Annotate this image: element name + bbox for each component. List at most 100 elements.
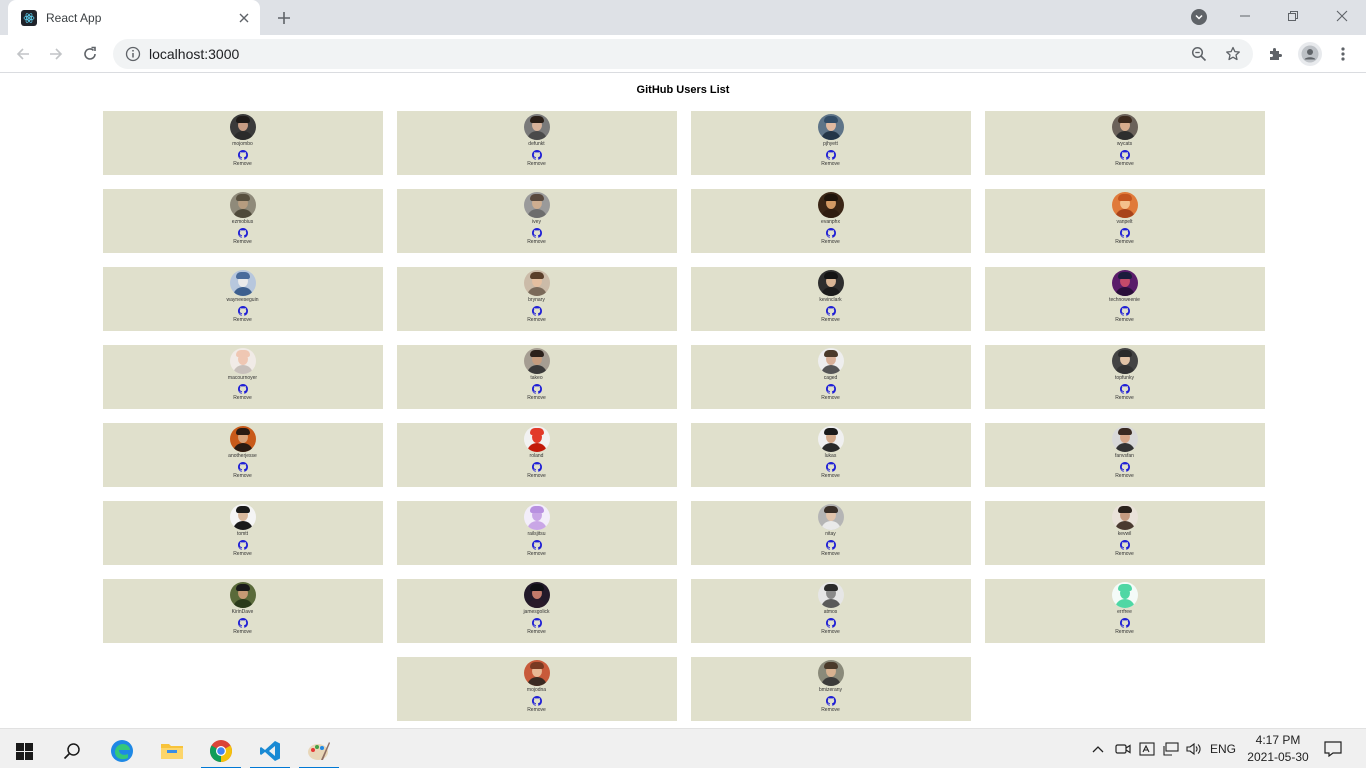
- remove-button[interactable]: Remove: [821, 317, 840, 323]
- remove-button[interactable]: Remove: [527, 551, 546, 557]
- tab-close-icon[interactable]: [234, 8, 254, 28]
- remove-button[interactable]: Remove: [233, 551, 252, 557]
- github-icon[interactable]: [1119, 461, 1130, 472]
- github-icon[interactable]: [237, 539, 248, 550]
- github-icon[interactable]: [825, 695, 836, 706]
- remove-button[interactable]: Remove: [233, 161, 252, 167]
- window-close-icon[interactable]: [1318, 0, 1366, 32]
- remove-button[interactable]: Remove: [527, 161, 546, 167]
- user-login: KirinDave: [231, 609, 254, 615]
- browser-tab[interactable]: React App: [8, 0, 260, 35]
- github-icon[interactable]: [531, 305, 542, 316]
- volume-icon[interactable]: [1184, 729, 1204, 768]
- extensions-icon[interactable]: [1265, 44, 1285, 64]
- remove-button[interactable]: Remove: [1115, 395, 1134, 401]
- remove-button[interactable]: Remove: [527, 317, 546, 323]
- search-icon[interactable]: [48, 733, 96, 768]
- github-icon[interactable]: [237, 149, 248, 160]
- restore-icon[interactable]: [1269, 0, 1317, 32]
- tab-search-icon[interactable]: [1191, 9, 1207, 25]
- github-icon[interactable]: [1119, 149, 1130, 160]
- site-info-icon[interactable]: [125, 46, 141, 62]
- github-icon[interactable]: [1119, 227, 1130, 238]
- tray-chevron-up-icon[interactable]: [1088, 729, 1108, 768]
- browser-titlebar: React App: [0, 0, 1366, 35]
- remove-button[interactable]: Remove: [527, 395, 546, 401]
- remove-button[interactable]: Remove: [821, 473, 840, 479]
- github-icon[interactable]: [237, 617, 248, 628]
- github-icon[interactable]: [531, 383, 542, 394]
- remove-button[interactable]: Remove: [527, 473, 546, 479]
- remove-button[interactable]: Remove: [1115, 629, 1134, 635]
- avatar: [523, 504, 550, 530]
- github-icon[interactable]: [531, 149, 542, 160]
- remove-button[interactable]: Remove: [1115, 161, 1134, 167]
- remove-button[interactable]: Remove: [1115, 551, 1134, 557]
- address-bar[interactable]: localhost:3000: [113, 39, 1253, 69]
- remove-button[interactable]: Remove: [233, 473, 252, 479]
- remove-button[interactable]: Remove: [1115, 473, 1134, 479]
- remove-button[interactable]: Remove: [527, 707, 546, 713]
- remove-button[interactable]: Remove: [233, 317, 252, 323]
- remove-button[interactable]: Remove: [233, 629, 252, 635]
- remove-button[interactable]: Remove: [821, 629, 840, 635]
- notification-center-icon[interactable]: [1320, 729, 1346, 768]
- github-icon[interactable]: [825, 539, 836, 550]
- windows-start-icon[interactable]: [0, 733, 48, 768]
- github-icon[interactable]: [237, 227, 248, 238]
- forward-icon[interactable]: [44, 42, 68, 66]
- profile-icon[interactable]: [1298, 42, 1322, 66]
- reload-icon[interactable]: [78, 42, 102, 66]
- user-login: ivey: [532, 219, 541, 225]
- remove-button[interactable]: Remove: [821, 239, 840, 245]
- remove-button[interactable]: Remove: [821, 707, 840, 713]
- remove-button[interactable]: Remove: [821, 161, 840, 167]
- meet-now-icon[interactable]: [1113, 729, 1133, 768]
- github-icon[interactable]: [531, 539, 542, 550]
- github-icon[interactable]: [531, 695, 542, 706]
- github-icon[interactable]: [1119, 305, 1130, 316]
- github-icon[interactable]: [825, 617, 836, 628]
- paint-icon[interactable]: [295, 733, 343, 768]
- back-icon[interactable]: [11, 42, 35, 66]
- clock[interactable]: 4:17 PM 2021-05-30: [1236, 732, 1320, 766]
- user-card: brynary Remove: [396, 267, 677, 331]
- github-icon[interactable]: [531, 227, 542, 238]
- github-icon[interactable]: [825, 383, 836, 394]
- github-icon[interactable]: [825, 227, 836, 238]
- github-icon[interactable]: [237, 461, 248, 472]
- avatar: [817, 192, 844, 218]
- menu-kebab-icon[interactable]: [1333, 44, 1353, 64]
- remove-button[interactable]: Remove: [233, 239, 252, 245]
- remove-button[interactable]: Remove: [1115, 317, 1134, 323]
- network-icon[interactable]: [1161, 729, 1181, 768]
- remove-button[interactable]: Remove: [821, 395, 840, 401]
- remove-button[interactable]: Remove: [527, 239, 546, 245]
- github-icon[interactable]: [1119, 617, 1130, 628]
- remove-button[interactable]: Remove: [233, 395, 252, 401]
- github-icon[interactable]: [825, 149, 836, 160]
- github-icon[interactable]: [1119, 383, 1130, 394]
- github-icon[interactable]: [825, 305, 836, 316]
- vscode-icon[interactable]: [246, 733, 294, 768]
- bookmark-star-icon[interactable]: [1225, 46, 1241, 62]
- github-icon[interactable]: [531, 461, 542, 472]
- remove-button[interactable]: Remove: [527, 629, 546, 635]
- language-indicator[interactable]: ENG: [1208, 729, 1238, 768]
- chrome-icon[interactable]: [197, 733, 245, 768]
- edge-icon[interactable]: [98, 733, 146, 768]
- remove-button[interactable]: Remove: [821, 551, 840, 557]
- github-icon[interactable]: [237, 383, 248, 394]
- input-method-icon[interactable]: [1137, 729, 1157, 768]
- github-icon[interactable]: [825, 461, 836, 472]
- github-icon[interactable]: [1119, 539, 1130, 550]
- user-card: roland Remove: [396, 423, 677, 487]
- minimize-icon[interactable]: [1221, 0, 1269, 32]
- user-login: kevinclark: [819, 297, 842, 303]
- file-explorer-icon[interactable]: [148, 733, 196, 768]
- new-tab-icon[interactable]: [272, 6, 296, 30]
- github-icon[interactable]: [237, 305, 248, 316]
- github-icon[interactable]: [531, 617, 542, 628]
- remove-button[interactable]: Remove: [1115, 239, 1134, 245]
- zoom-icon[interactable]: [1191, 46, 1207, 62]
